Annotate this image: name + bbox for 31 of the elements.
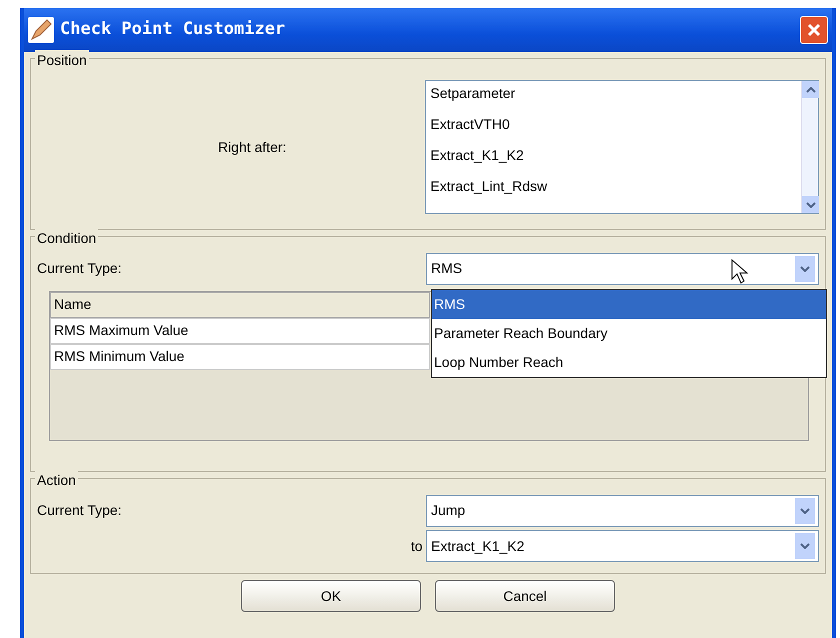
list-item[interactable]: Setparameter	[430, 83, 797, 104]
pencil-icon	[28, 17, 54, 43]
chevron-down-icon	[800, 508, 810, 514]
action-dropdown[interactable]: Jump	[426, 494, 819, 526]
field-label: Current Type:	[37, 260, 122, 276]
close-button[interactable]	[800, 16, 828, 44]
field-label: Current Type:	[37, 502, 122, 518]
chevron-down-icon	[800, 543, 810, 549]
cancel-button[interactable]: Cancel	[435, 580, 615, 612]
dropdown-option[interactable]: Loop Number Reach	[432, 348, 826, 377]
column-header[interactable]: Name	[50, 292, 430, 318]
field-label: Right after:	[218, 138, 286, 154]
scroll-down-icon[interactable]	[802, 196, 819, 213]
scrollbar[interactable]	[801, 81, 818, 213]
chevron-down-icon	[800, 266, 810, 272]
mouse-pointer-icon	[731, 259, 749, 285]
field-label: to	[410, 538, 423, 554]
dropdown-option[interactable]: Parameter Reach Boundary	[432, 319, 826, 348]
window-title: Check Point Customizer	[60, 18, 286, 42]
list-item[interactable]: Extract_K1_K2	[430, 145, 797, 166]
dropdown-option[interactable]: RMS	[432, 290, 826, 319]
target-dropdown[interactable]: Extract_K1_K2	[426, 530, 819, 562]
type-dropdown[interactable]: RMS	[426, 252, 819, 284]
list-item[interactable]: ExtractVTH0	[430, 114, 797, 135]
ok-button[interactable]: OK	[241, 580, 421, 612]
close-icon	[806, 22, 822, 38]
scroll-up-icon[interactable]	[802, 81, 819, 98]
table-cell: RMS Minimum Value	[50, 344, 430, 370]
table-cell: RMS Maximum Value	[50, 318, 430, 344]
list-item[interactable]: Extract_Lint_Rdsw	[430, 176, 797, 197]
step-list[interactable]: Setparameter ExtractVTH0 Extract_K1_K2 Extract_Lint_Rdsw	[425, 80, 819, 214]
